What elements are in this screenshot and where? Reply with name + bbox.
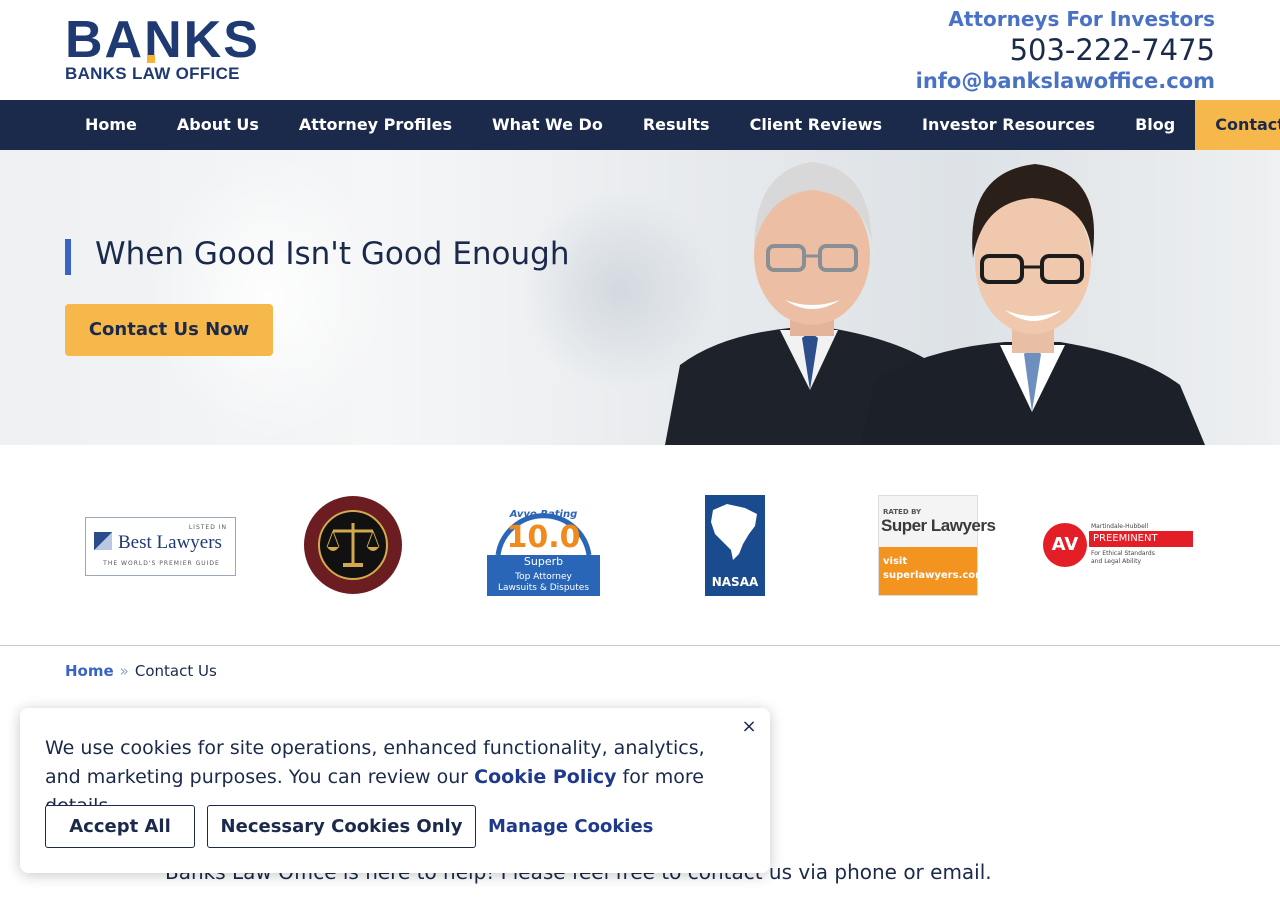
banks-logo[interactable]: BANKS BANKS LAW OFFICE [65,12,265,84]
attorneys-photo [665,162,1205,445]
nav-item-investor-resources[interactable]: Investor Resources [902,100,1115,150]
site-header: BANKS BANKS LAW OFFICE Attorneys For Inv… [0,0,1280,100]
nav-item-client-reviews[interactable]: Client Reviews [730,100,902,150]
best-lawyers-name: Best Lawyers [118,532,222,553]
close-icon[interactable]: × [740,718,758,736]
super-lawyers-site: superlawyers.com [883,570,986,581]
avvo-line2: Lawsuits & Disputes [497,583,590,593]
avvo-line1: Top Attorney [515,572,572,582]
awards-strip: LISTED IN Best Lawyers THE WORLD'S PREMI… [0,445,1280,646]
accept-all-button[interactable]: Accept All [45,805,195,848]
nav-item-contact-us[interactable]: Contact Us [1195,100,1280,150]
super-lawyers-name: Super Lawyers [881,516,996,535]
av-icon: AV [1043,523,1087,567]
manage-cookies-link[interactable]: Manage Cookies [488,805,653,848]
main-nav: Home About Us Attorney Profiles What We … [0,100,1280,150]
nav-item-results[interactable]: Results [623,100,730,150]
north-america-map-icon [711,504,757,560]
necessary-cookies-only-button[interactable]: Necessary Cookies Only [207,805,476,848]
super-lawyers-top: RATED BY [883,508,922,516]
logo-accent-dot [147,55,155,63]
avvo-rating-badge[interactable]: Avvo Rating 10.0 Superb Top Attorney Law… [486,495,601,596]
cookie-banner: × We use cookies for site operations, en… [20,708,770,873]
avvo-score: 10.0 [506,520,581,555]
nav-item-about-us[interactable]: About Us [157,100,279,150]
martindale-sub1: For Ethical Standards [1091,550,1155,557]
martindale-sub2: and Legal Ability [1091,558,1142,565]
header-contact: Attorneys For Investors 503-222-7475 inf… [916,6,1215,94]
best-lawyers-icon [94,532,112,550]
nav-item-attorney-profiles[interactable]: Attorney Profiles [279,100,472,150]
best-lawyers-top: LISTED IN [188,524,227,531]
logo-wordmark: BANKS [65,11,260,69]
header-phone-link[interactable]: 503-222-7475 [916,32,1215,68]
header-tagline: Attorneys For Investors [948,7,1215,31]
nav-item-home[interactable]: Home [65,100,157,150]
martindale-top: Martindale-Hubbell [1091,523,1149,530]
breadcrumb-home-link[interactable]: Home [65,662,114,680]
breadcrumb-current: Contact Us [134,662,217,680]
avvo-top: Avvo Rating [509,509,578,520]
avvo-grade: Superb [523,555,564,568]
super-lawyers-visit: visit [883,556,908,567]
logo-subtext: BANKS LAW OFFICE [65,64,240,83]
hero-background-blur [150,150,390,445]
nav-item-what-we-do[interactable]: What We Do [472,100,623,150]
nasaa-label: NASAA [711,575,759,589]
header-email-link[interactable]: info@bankslawoffice.com [916,68,1215,94]
martindale-preeminent: PREEMINENT [1089,531,1193,547]
hero-accent-bar [65,239,71,275]
breadcrumb-separator: » [119,662,129,680]
multimillion-dollar-advocates-badge[interactable] [303,495,403,595]
breadcrumb: Home » Contact Us [65,662,217,680]
cookie-policy-link[interactable]: Cookie Policy [474,766,616,788]
contact-us-now-button[interactable]: Contact Us Now [65,304,273,356]
nasaa-badge[interactable]: NASAA [705,495,765,596]
best-lawyers-sub: THE WORLD'S PREMIER GUIDE [103,560,220,567]
martindale-av-preeminent-badge[interactable]: AV Martindale-Hubbell PREEMINENT For Eth… [1043,523,1195,569]
hero-title: When Good Isn't Good Enough [95,236,570,272]
super-lawyers-badge[interactable]: RATED BY Super Lawyers visit superlawyer… [878,495,996,596]
scales-of-justice-icon [304,496,402,594]
nav-item-blog[interactable]: Blog [1115,100,1195,150]
hero-banner: When Good Isn't Good Enough Contact Us N… [0,150,1280,445]
best-lawyers-badge[interactable]: LISTED IN Best Lawyers THE WORLD'S PREMI… [85,517,236,576]
